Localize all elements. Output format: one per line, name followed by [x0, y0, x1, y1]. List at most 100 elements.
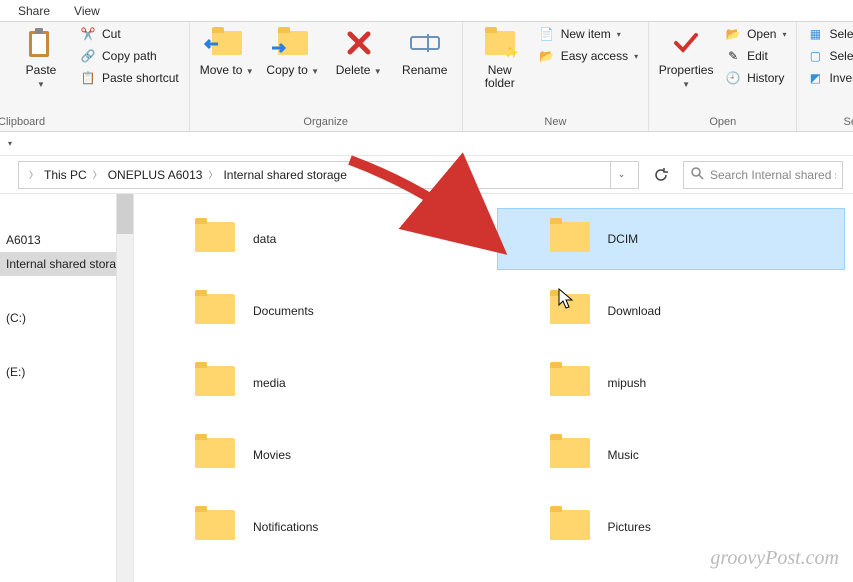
clipboard-icon — [24, 26, 58, 60]
folder-label: DCIM — [608, 232, 639, 246]
select-none-button[interactable]: ▢ Select none — [807, 48, 853, 64]
copy-to-button[interactable]: Copy to ▼ — [266, 26, 320, 77]
select-all-button[interactable]: ▦ Select all — [807, 26, 853, 42]
address-dropdown[interactable]: ⌄ — [610, 161, 632, 189]
move-to-icon — [210, 26, 244, 60]
folder-item-music[interactable]: Music — [497, 424, 846, 486]
address-bar[interactable]: 〉 This PC 〉 ONEPLUS A6013 〉 Internal sha… — [18, 161, 639, 189]
check-icon — [669, 26, 703, 60]
copy-path-label: Copy path — [102, 49, 157, 63]
chevron-right-icon[interactable]: 〉 — [204, 168, 221, 181]
nav-scrollbar[interactable] — [116, 194, 133, 582]
folder-icon — [195, 438, 237, 472]
folder-icon — [195, 294, 237, 328]
select-all-label: Select all — [829, 27, 853, 41]
folder-label: Movies — [253, 448, 291, 462]
folder-item-download[interactable]: Download — [497, 280, 846, 342]
delete-label: Delete — [336, 63, 371, 77]
path-icon: 🔗 — [80, 48, 96, 64]
crumb-this-pc[interactable]: This PC — [44, 168, 87, 182]
chevron-down-icon: ▼ — [682, 80, 690, 89]
cut-button[interactable]: ✂️ Cut — [80, 26, 179, 42]
new-folder-button[interactable]: ✨ New folder — [473, 26, 527, 90]
folder-item-movies[interactable]: Movies — [142, 424, 491, 486]
easy-access-icon: 📂 — [539, 48, 555, 64]
paste-button[interactable]: Paste ▼ — [14, 26, 68, 90]
group-new-title: New — [473, 116, 638, 129]
folder-label: data — [253, 232, 276, 246]
chevron-down-icon: ▼ — [246, 67, 254, 76]
tab-view[interactable]: View — [62, 1, 112, 21]
open-label: Open — [747, 27, 776, 41]
scissors-icon: ✂️ — [80, 26, 96, 42]
quick-access-toolbar: ▾ — [0, 132, 853, 156]
paste-label: Paste — [26, 64, 57, 77]
address-row: 〉 This PC 〉 ONEPLUS A6013 〉 Internal sha… — [0, 156, 853, 194]
paste-shortcut-button[interactable]: 📋 Paste shortcut — [80, 70, 179, 86]
watermark: groovyPost.com — [710, 547, 839, 570]
easy-access-label: Easy access — [561, 49, 628, 63]
new-item-button[interactable]: 📄 New item ▾ — [539, 26, 638, 42]
rename-button[interactable]: Rename — [398, 26, 452, 77]
nav-pane[interactable]: A6013 Internal shared storage (C:) (E:) — [0, 194, 134, 582]
refresh-button[interactable] — [647, 161, 675, 189]
folder-item-notifications[interactable]: Notifications — [142, 496, 491, 558]
edit-button[interactable]: ✎ Edit — [725, 48, 786, 64]
ribbon: Paste ▼ ✂️ Cut 🔗 Copy path 📋 Paste short… — [0, 22, 853, 132]
nav-item-storage[interactable]: Internal shared storage — [0, 252, 133, 276]
delete-button[interactable]: Delete ▼ — [332, 26, 386, 77]
chevron-down-icon: ▼ — [374, 67, 382, 76]
chevron-down-icon: ▼ — [311, 67, 319, 76]
group-open: Properties ▼ 📂 Open ▾ ✎ Edit 🕘 History O… — [649, 22, 797, 131]
history-button[interactable]: 🕘 History — [725, 70, 786, 86]
open-button[interactable]: 📂 Open ▾ — [725, 26, 786, 42]
content-area: A6013 Internal shared storage (C:) (E:) … — [0, 194, 853, 582]
folder-label: Download — [608, 304, 661, 318]
nav-item-drive-e[interactable]: (E:) — [0, 360, 133, 384]
chevron-down-icon: ▼ — [37, 81, 45, 90]
chevron-down-icon: ▾ — [634, 52, 638, 61]
cut-label: Cut — [102, 27, 121, 41]
folder-item-mipush[interactable]: mipush — [497, 352, 846, 414]
move-to-button[interactable]: Move to ▼ — [200, 26, 254, 77]
copy-path-button[interactable]: 🔗 Copy path — [80, 48, 179, 64]
invert-icon: ◩ — [807, 70, 823, 86]
chevron-right-icon[interactable]: 〉 — [25, 168, 42, 181]
folder-icon — [550, 222, 592, 256]
folder-item-media[interactable]: media — [142, 352, 491, 414]
shortcut-icon: 📋 — [80, 70, 96, 86]
properties-button[interactable]: Properties ▼ — [659, 26, 713, 90]
rename-label: Rename — [402, 64, 447, 77]
folder-icon — [550, 510, 592, 544]
tab-share[interactable]: Share — [6, 1, 62, 21]
ribbon-tabbar: Share View — [0, 0, 853, 22]
folder-item-documents[interactable]: Documents — [142, 280, 491, 342]
file-grid[interactable]: data DCIM Documents Download media mipush Movi… — [134, 194, 853, 582]
folder-icon — [550, 438, 592, 472]
open-icon: 📂 — [725, 26, 741, 42]
nav-item-device[interactable]: A6013 — [0, 228, 133, 252]
select-all-icon: ▦ — [807, 26, 823, 42]
easy-access-button[interactable]: 📂 Easy access ▾ — [539, 48, 638, 64]
crumb-device[interactable]: ONEPLUS A6013 — [108, 168, 203, 182]
folder-item-dcim[interactable]: DCIM — [497, 208, 846, 270]
select-none-label: Select none — [829, 49, 853, 63]
crumb-location[interactable]: Internal shared storage — [223, 168, 346, 182]
chevron-right-icon[interactable]: 〉 — [89, 168, 106, 181]
chevron-down-icon[interactable]: ▾ — [4, 139, 16, 148]
invert-selection-button[interactable]: ◩ Invert selection — [807, 70, 853, 86]
folder-icon — [195, 510, 237, 544]
folder-label: Documents — [253, 304, 314, 318]
folder-label: mipush — [608, 376, 647, 390]
rename-icon — [408, 26, 442, 60]
group-new: ✨ New folder 📄 New item ▾ 📂 Easy access … — [463, 22, 649, 131]
history-label: History — [747, 71, 784, 85]
chevron-down-icon: ▾ — [782, 30, 786, 39]
copy-to-label: Copy to — [266, 63, 307, 77]
scroll-thumb[interactable] — [117, 194, 133, 234]
folder-label: media — [253, 376, 286, 390]
group-organize-title: Organize — [200, 116, 452, 129]
search-box[interactable]: Search Internal shared storage — [683, 161, 843, 189]
folder-item-data[interactable]: data — [142, 208, 491, 270]
nav-item-drive-c[interactable]: (C:) — [0, 306, 133, 330]
